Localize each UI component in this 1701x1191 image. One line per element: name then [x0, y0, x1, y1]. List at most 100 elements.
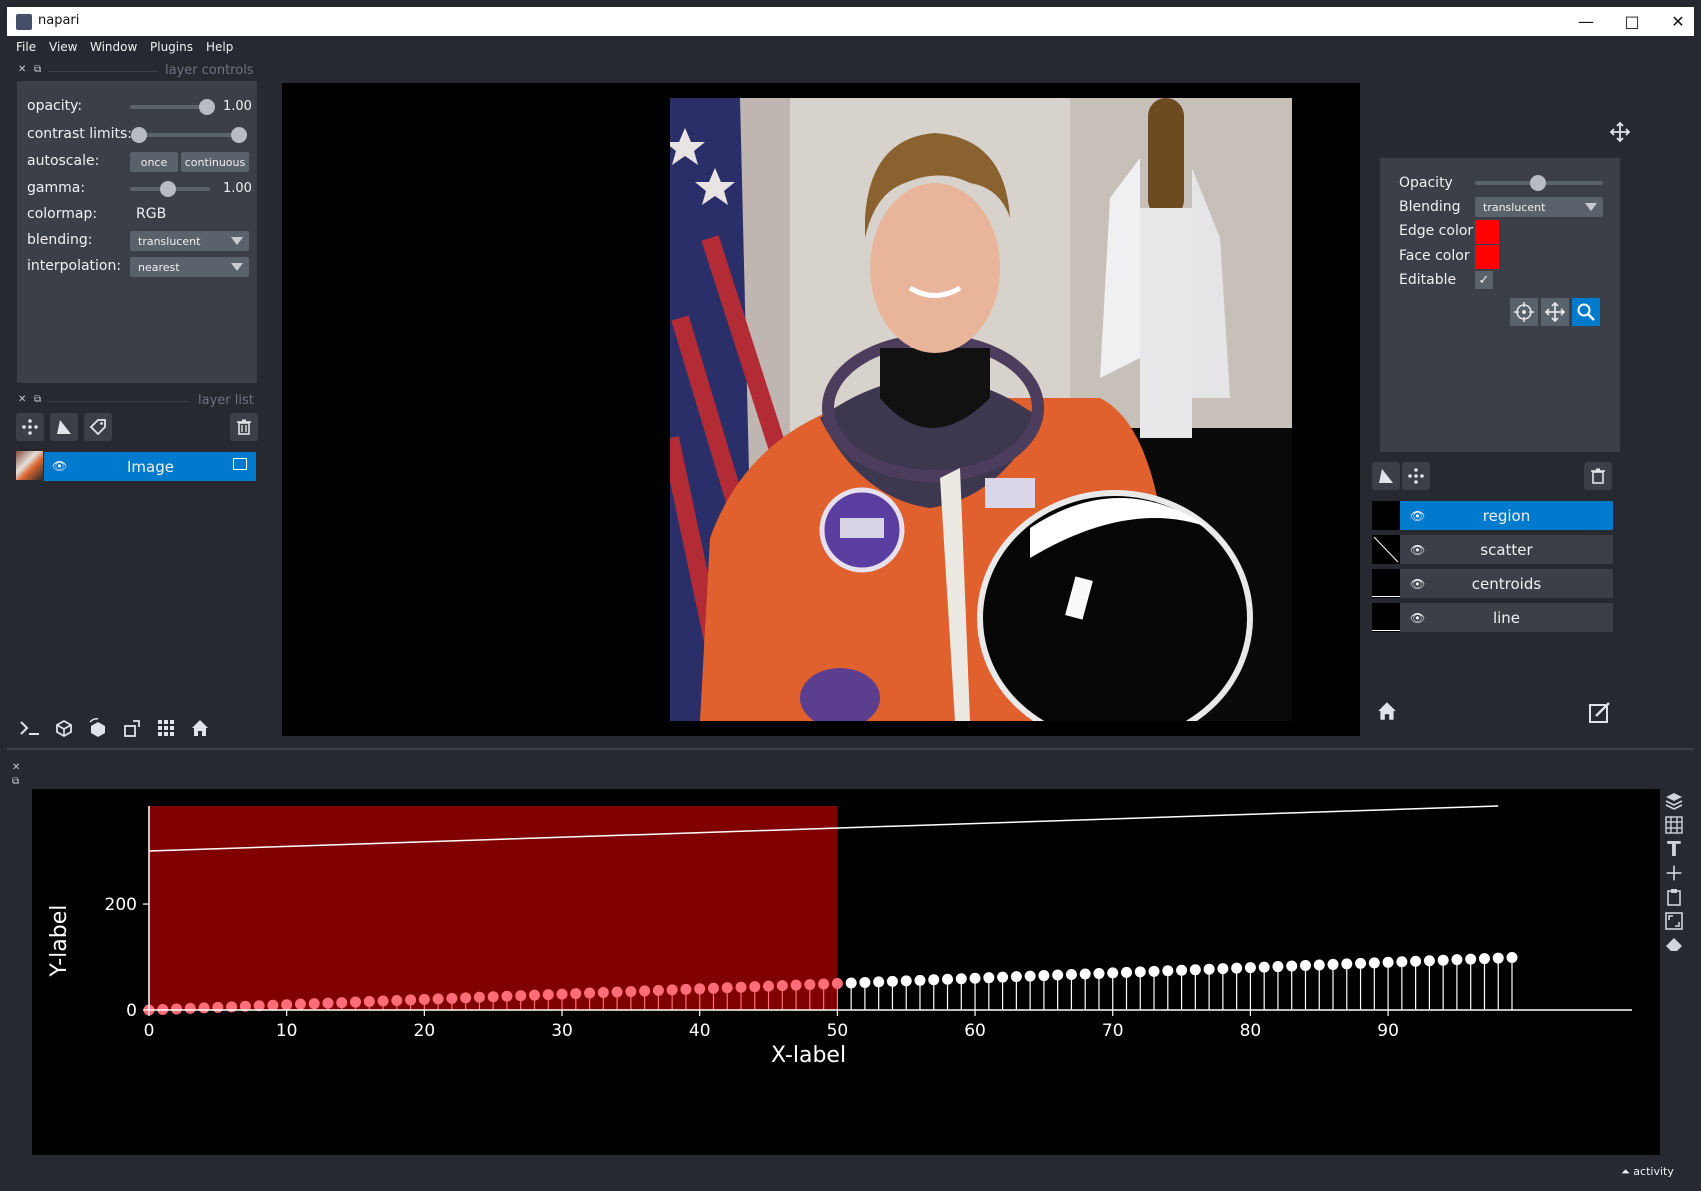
- layer-row-image[interactable]: 👁 Image: [44, 452, 256, 481]
- reset-view-button[interactable]: [186, 714, 214, 742]
- editable-checkbox[interactable]: ✓: [1475, 271, 1493, 289]
- text-tool-icon[interactable]: T: [1662, 837, 1686, 861]
- scatter-point: [1299, 959, 1311, 971]
- grid-view-button[interactable]: [152, 714, 180, 742]
- edit-plot-button[interactable]: [1586, 698, 1614, 726]
- float-dock-icon[interactable]: ⧉: [34, 394, 41, 405]
- eraser-icon[interactable]: [1662, 934, 1686, 956]
- scatter-point: [1465, 953, 1477, 965]
- opacity-slider-knob[interactable]: [1530, 175, 1546, 191]
- transpose-dims-button[interactable]: [118, 714, 146, 742]
- scatter-point: [1423, 955, 1435, 967]
- scatter-point: [873, 976, 885, 988]
- autoscale-continuous-button[interactable]: continuous: [181, 152, 249, 172]
- contrast-limits-slider[interactable]: [139, 133, 239, 137]
- layer-row-scatter[interactable]: 👁 scatter: [1400, 535, 1613, 564]
- window-title-bar: napari — □ ✕: [7, 7, 1694, 36]
- opacity-label: opacity:: [27, 98, 83, 114]
- scatter-point: [528, 989, 540, 1001]
- layer-name[interactable]: region: [1483, 507, 1530, 525]
- new-points-layer-button[interactable]: [1402, 462, 1430, 490]
- face-color-swatch[interactable]: [1475, 245, 1499, 269]
- layers-icon[interactable]: [1662, 790, 1686, 812]
- visibility-eye-icon[interactable]: 👁: [1410, 611, 1425, 625]
- menu-window[interactable]: Window: [90, 40, 137, 54]
- colormap-value: RGB: [136, 206, 167, 222]
- dock-title-line: [48, 401, 188, 402]
- layer-row-region[interactable]: 👁 region: [1400, 501, 1613, 530]
- close-dock-icon[interactable]: ✕: [18, 394, 26, 405]
- zoom-tool-button[interactable]: [1572, 298, 1600, 326]
- grid-icon[interactable]: [1662, 814, 1686, 836]
- visibility-eye-icon[interactable]: 👁: [1410, 577, 1425, 591]
- opacity-slider[interactable]: [130, 105, 210, 109]
- select-tool-button[interactable]: [1510, 298, 1538, 326]
- gamma-slider-knob[interactable]: [160, 181, 176, 197]
- pan-icon[interactable]: [1608, 120, 1632, 144]
- cube-2d-3d-icon: [56, 719, 72, 738]
- edge-color-swatch[interactable]: [1475, 220, 1499, 244]
- toggle-ndisplay-button[interactable]: [50, 714, 78, 742]
- menu-help[interactable]: Help: [206, 40, 233, 54]
- scatter-point: [281, 999, 293, 1011]
- delete-layer-button[interactable]: [230, 413, 258, 441]
- viewer-canvas[interactable]: [282, 83, 1360, 736]
- layer-row-centroids[interactable]: 👁 centroids: [1400, 569, 1613, 598]
- interpolation-select[interactable]: nearest: [130, 257, 249, 277]
- blending-label: Blending: [1399, 199, 1461, 215]
- layer-name[interactable]: scatter: [1480, 541, 1532, 559]
- layer-name[interactable]: Image: [127, 458, 174, 476]
- pan-tool-button[interactable]: [1541, 298, 1569, 326]
- x-axis-label: X-label: [771, 1043, 846, 1068]
- grid-icon: [158, 720, 174, 736]
- visibility-eye-icon[interactable]: 👁: [52, 459, 67, 473]
- edge-color-label: Edge color: [1399, 223, 1474, 239]
- matplotlib-plot[interactable]: 0 10 20 30 40 50 60 70 80 90 0 200 X-label Y-label: [32, 789, 1660, 1155]
- new-shapes-layer-button[interactable]: [1372, 462, 1400, 490]
- layer-name[interactable]: line: [1493, 609, 1520, 627]
- visibility-eye-icon[interactable]: 👁: [1410, 509, 1425, 523]
- activity-button[interactable]: ⏶ activity: [1621, 1165, 1674, 1179]
- layer-row-line[interactable]: 👁 line: [1400, 603, 1613, 632]
- console-button[interactable]: [16, 714, 44, 742]
- gamma-label: gamma:: [27, 180, 86, 196]
- scatter-point: [1410, 955, 1422, 967]
- blending-select[interactable]: translucent: [130, 231, 249, 251]
- menu-file[interactable]: File: [16, 40, 36, 54]
- interpolation-label: interpolation:: [27, 258, 122, 274]
- chart-svg[interactable]: 0 10 20 30 40 50 60 70 80 90 0 200 X-label Y-label: [32, 789, 1660, 1155]
- dock-separator[interactable]: [7, 748, 1694, 750]
- layer-name[interactable]: centroids: [1472, 575, 1541, 593]
- autoscale-once-button[interactable]: once: [130, 152, 178, 172]
- scatter-point: [418, 993, 430, 1005]
- move-arrows-icon: [1609, 121, 1631, 143]
- close-window-button[interactable]: ✕: [1655, 7, 1701, 36]
- minimize-button[interactable]: —: [1563, 7, 1609, 36]
- opacity-slider-knob[interactable]: [199, 99, 215, 115]
- trash-icon: [237, 419, 251, 435]
- maximize-button[interactable]: □: [1609, 7, 1655, 36]
- contrast-min-knob[interactable]: [131, 127, 147, 143]
- move-arrows-icon[interactable]: [1662, 862, 1686, 884]
- new-labels-layer-button[interactable]: [84, 413, 112, 441]
- reset-plot-button[interactable]: [1374, 698, 1400, 724]
- close-dock-icon[interactable]: ✕: [12, 762, 20, 773]
- menu-view[interactable]: View: [49, 40, 77, 54]
- scatter-point: [1203, 963, 1215, 975]
- new-points-layer-button[interactable]: [16, 413, 44, 441]
- visibility-eye-icon[interactable]: 👁: [1410, 543, 1425, 557]
- new-shapes-layer-button[interactable]: [50, 413, 78, 441]
- float-dock-icon[interactable]: ⧉: [34, 64, 41, 75]
- scatter-point: [584, 987, 596, 999]
- fit-view-icon[interactable]: [1662, 910, 1686, 932]
- float-dock-icon[interactable]: ⧉: [12, 776, 19, 787]
- x-tick-label: 60: [964, 1021, 986, 1041]
- contrast-max-knob[interactable]: [231, 127, 247, 143]
- x-tick-label: 30: [551, 1021, 573, 1041]
- clipboard-icon[interactable]: [1662, 886, 1686, 908]
- menu-plugins[interactable]: Plugins: [150, 40, 193, 54]
- close-dock-icon[interactable]: ✕: [18, 64, 26, 75]
- delete-layer-button[interactable]: [1584, 462, 1612, 490]
- roll-dims-button[interactable]: [84, 714, 112, 742]
- blending-select[interactable]: translucent: [1475, 197, 1603, 217]
